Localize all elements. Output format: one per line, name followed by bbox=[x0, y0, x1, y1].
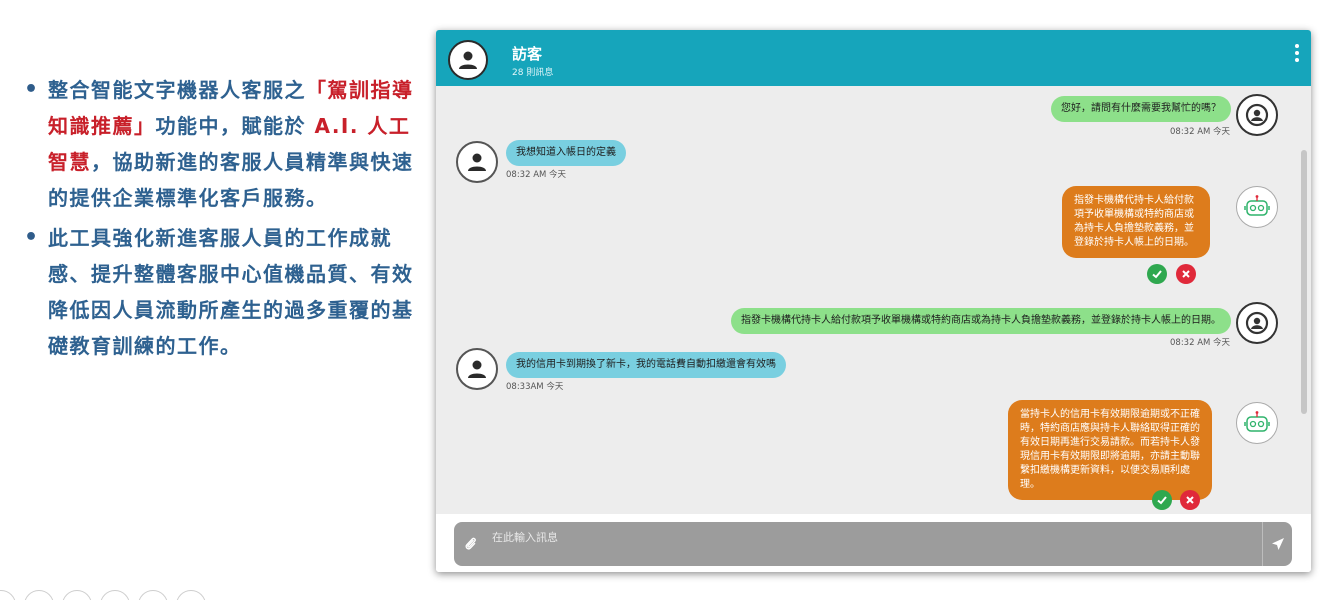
decor-circle bbox=[24, 590, 54, 600]
decor-circle bbox=[138, 590, 168, 600]
visitor-avatar bbox=[456, 141, 498, 183]
feature-description: • 整合智能文字機器人客服之「駕訓指導知識推薦」功能中，賦能於 A.I. 人工智… bbox=[14, 72, 414, 368]
bullet-dot: • bbox=[24, 77, 39, 102]
bullet-item-1: • 整合智能文字機器人客服之「駕訓指導知識推薦」功能中，賦能於 A.I. 人工智… bbox=[14, 72, 414, 216]
bullet-2-text: 此工具強化新進客服人員的工作成就感、提升整體客服中心值機品質、有效降低因人員流動… bbox=[48, 226, 414, 358]
robot-icon bbox=[1244, 195, 1270, 216]
message-count: 28 則訊息 bbox=[512, 68, 554, 78]
decor-circle bbox=[176, 590, 206, 600]
bot-avatar bbox=[1236, 186, 1278, 228]
message-input-placeholder: 在此輸入訊息 bbox=[492, 531, 558, 544]
agent-avatar bbox=[1236, 302, 1278, 344]
message-time: 08:32 AM 今天 bbox=[1170, 127, 1231, 137]
send-icon[interactable] bbox=[1270, 536, 1286, 552]
chat-footer: 在此輸入訊息 bbox=[436, 514, 1311, 572]
person-icon bbox=[1245, 311, 1269, 335]
decor-circle bbox=[100, 590, 130, 600]
visitor-message-bubble: 我想知道入帳日的定義 bbox=[506, 140, 626, 166]
bot-suggestion-bubble: 指發卡機構代持卡人給付款項予收單機構或特約商店或為持卡人負擔墊款義務，並登錄於持… bbox=[1062, 186, 1210, 258]
reject-suggestion-button[interactable] bbox=[1180, 490, 1200, 510]
visitor-avatar bbox=[448, 40, 488, 80]
chat-window: 訪客 28 則訊息 您好，請問有什麼需要我幫忙的嗎？ 08:32 AM 今天 我… bbox=[436, 30, 1311, 572]
message-input[interactable]: 在此輸入訊息 bbox=[454, 522, 1292, 566]
chat-header: 訪客 28 則訊息 bbox=[436, 30, 1311, 86]
close-icon bbox=[1186, 496, 1194, 504]
visitor-name: 訪客 bbox=[512, 45, 543, 63]
divider bbox=[1262, 522, 1263, 566]
decor-circle bbox=[0, 590, 16, 600]
scrollbar[interactable] bbox=[1301, 150, 1307, 414]
agent-avatar bbox=[1236, 94, 1278, 136]
bullet-1-text-2: 功能中，賦能於 bbox=[155, 114, 315, 138]
person-icon bbox=[1245, 103, 1269, 127]
bullet-item-2: • 此工具強化新進客服人員的工作成就感、提升整體客服中心值機品質、有效降低因人員… bbox=[14, 220, 414, 364]
message-time: 08:32 AM 今天 bbox=[506, 170, 567, 180]
check-icon bbox=[1152, 270, 1162, 279]
person-icon bbox=[468, 153, 486, 171]
accept-suggestion-button[interactable] bbox=[1152, 490, 1172, 510]
message-list[interactable]: 您好，請問有什麼需要我幫忙的嗎？ 08:32 AM 今天 我想知道入帳日的定義 … bbox=[436, 86, 1311, 514]
close-icon bbox=[1182, 270, 1190, 278]
slide-nav-decoration bbox=[0, 590, 206, 600]
decor-circle bbox=[62, 590, 92, 600]
person-icon bbox=[459, 51, 477, 69]
agent-message-bubble: 您好，請問有什麼需要我幫忙的嗎？ bbox=[1051, 96, 1231, 122]
message-time: 08:32 AM 今天 bbox=[1170, 338, 1231, 348]
person-icon bbox=[468, 360, 486, 378]
robot-icon bbox=[1244, 411, 1270, 432]
message-time: 08:33AM 今天 bbox=[506, 382, 564, 392]
bot-suggestion-bubble: 當持卡人的信用卡有效期限逾期或不正確時，特約商店應與持卡人聯絡取得正確的有效日期… bbox=[1008, 400, 1212, 500]
visitor-avatar bbox=[456, 348, 498, 390]
bullet-dot: • bbox=[24, 225, 39, 250]
accept-suggestion-button[interactable] bbox=[1147, 264, 1167, 284]
agent-message-bubble: 指發卡機構代持卡人給付款項予收單機構或特約商店或為持卡人負擔墊款義務，並登錄於持… bbox=[731, 308, 1231, 334]
bullet-1-text-3: ，協助新進的客服人員精準與快速的提供企業標準化客戶服務。 bbox=[48, 150, 414, 210]
bot-avatar bbox=[1236, 402, 1278, 444]
visitor-message-bubble: 我的信用卡到期換了新卡，我的電話費自動扣繳還會有效嗎 bbox=[506, 352, 786, 378]
paperclip-icon[interactable] bbox=[464, 536, 478, 552]
check-icon bbox=[1157, 496, 1167, 505]
reject-suggestion-button[interactable] bbox=[1176, 264, 1196, 284]
kebab-menu-icon[interactable] bbox=[1295, 44, 1301, 62]
bullet-1-text-1: 整合智能文字機器人客服之 bbox=[48, 78, 306, 102]
